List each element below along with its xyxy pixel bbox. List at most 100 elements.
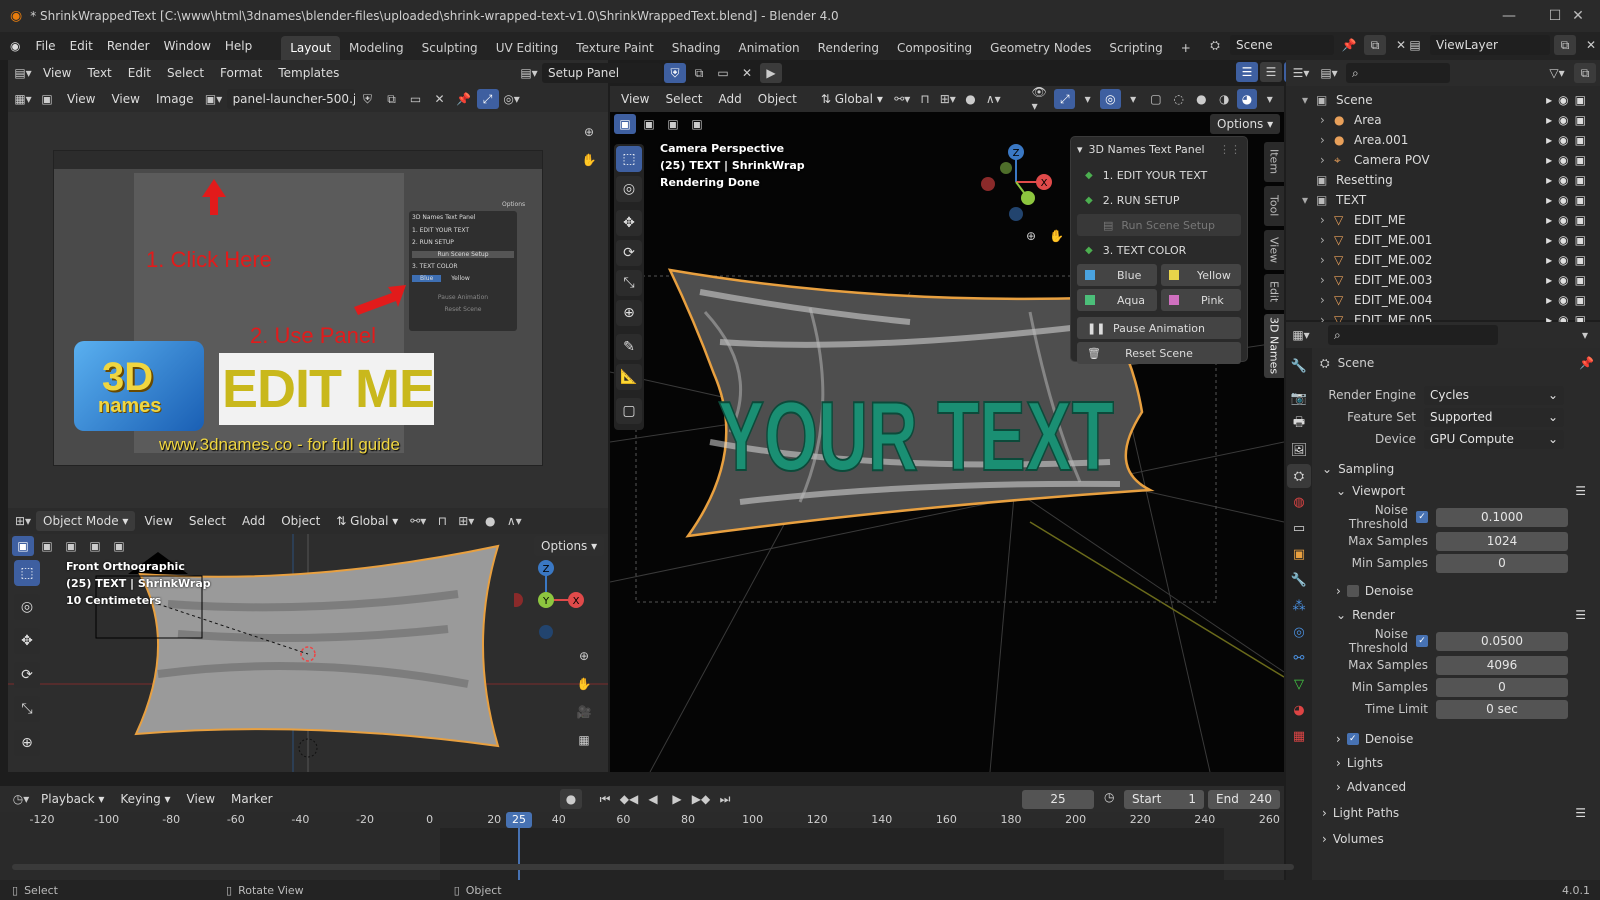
visibility-toggles-icon[interactable]: ▸◉▣ [1546, 173, 1592, 187]
front-falloff-icon[interactable]: ∧▾ [503, 511, 525, 531]
editor-type-icon[interactable]: ▤▾ [12, 63, 34, 83]
cam-visibility-icon[interactable]: 👁▾ [1032, 86, 1053, 113]
measure-tool[interactable]: 📐 [616, 364, 642, 390]
menu-window[interactable]: Window [157, 35, 218, 57]
cursor-tool[interactable]: ◎ [14, 594, 40, 620]
add-cube-tool[interactable]: ▢ [616, 398, 642, 424]
front-proportional-icon[interactable]: ● [479, 511, 501, 531]
render-subsection-header[interactable]: ⌄ Render ☰ [1316, 604, 1600, 626]
scale-tool[interactable]: ⤡ [14, 696, 40, 722]
front-snap-target-icon[interactable]: ⊞▾ [455, 511, 477, 531]
viewport-denoise-header[interactable]: › Denoise [1316, 580, 1600, 602]
cam-rotate-tool[interactable]: ⟳ [616, 240, 642, 266]
outliner-row[interactable]: › ● Area.001 ▸◉▣ [1286, 130, 1600, 150]
scene-icon[interactable]: ⛭ [1204, 35, 1226, 55]
tab-uv-editing[interactable]: UV Editing [487, 36, 568, 60]
visibility-toggles-icon[interactable]: ▸◉▣ [1546, 113, 1592, 127]
shading-solid-icon[interactable]: ● [1191, 89, 1212, 109]
sidebar-tab-view[interactable]: View [1264, 230, 1284, 270]
front-snap-icon[interactable]: ⊓ [431, 511, 453, 531]
tab-modeling[interactable]: Modeling [340, 36, 413, 60]
cam-gizmo-dropdown-icon[interactable]: ▾ [1077, 89, 1098, 109]
camera-viewport[interactable]: View Select Add Object ⇅ Global ▾ ⚯▾ ⊓ ⊞… [610, 86, 1284, 772]
sidebar-tab-tool[interactable]: Tool [1264, 186, 1284, 226]
volumes-section-header[interactable]: › Volumes [1316, 828, 1600, 850]
collection-tab-icon[interactable]: ▭ [1287, 516, 1311, 540]
outliner-type-icon[interactable]: ☰▾ [1290, 63, 1312, 83]
image-menu-image[interactable]: Image [149, 89, 201, 109]
aqua-color-button[interactable]: Aqua [1077, 289, 1157, 311]
viewport-min-field[interactable]: 0 [1436, 553, 1568, 573]
object-tab-icon[interactable]: ▣ [1287, 542, 1311, 566]
visibility-toggles-icon[interactable]: ▸◉▣ [1546, 93, 1592, 107]
cam-pivot-icon[interactable]: ⚯▾ [892, 89, 913, 109]
outliner-search-input[interactable]: ⌕ [1346, 63, 1450, 83]
timeline-body[interactable]: -120 -100 -80 -60 -40 -20 0 20 40 60 80 100 120 140 16… [0, 812, 1294, 880]
text-menu-select[interactable]: Select [160, 63, 211, 83]
cam-pan-icon[interactable]: ✋ [1046, 226, 1068, 246]
next-keyframe-icon[interactable]: ▶◆ [690, 789, 712, 809]
front-camera-icon[interactable]: 🎥 [573, 702, 595, 722]
view-layer-icon[interactable]: ▤ [1404, 35, 1426, 55]
text-menu-format[interactable]: Format [213, 63, 269, 83]
texture-tab-icon[interactable]: ▦ [1287, 724, 1311, 748]
front-pan-icon[interactable]: ✋ [573, 674, 595, 694]
outliner-row[interactable]: › ▽ EDIT_ME.004 ▸◉▣ [1286, 290, 1600, 310]
cam-transform-tool[interactable]: ⊕ [616, 300, 642, 326]
add-workspace-button[interactable]: + [1172, 36, 1200, 60]
annotate-tool[interactable]: ✎ [616, 334, 642, 360]
list-menu-icon[interactable]: ☰ [1575, 608, 1586, 622]
visibility-toggles-icon[interactable]: ▸◉▣ [1546, 153, 1592, 167]
image-pin-icon[interactable]: 📌 [453, 89, 475, 109]
run-scene-setup-button[interactable]: ▤ Run Scene Setup [1077, 214, 1241, 236]
render-tab-icon[interactable]: 📷 [1287, 386, 1311, 410]
advanced-subsection-header[interactable]: › Advanced [1316, 776, 1600, 798]
cam-cursor-tool[interactable]: ◎ [616, 176, 642, 202]
material-tab-icon[interactable]: ◕ [1287, 698, 1311, 722]
expand-arrow-icon[interactable]: › [1320, 113, 1334, 127]
playhead-frame-label[interactable]: 25 [506, 812, 532, 828]
front-menu-object[interactable]: Object [274, 511, 327, 531]
record-icon[interactable]: ● [560, 789, 582, 809]
menu-help[interactable]: Help [218, 35, 259, 57]
world-tab-icon[interactable]: ◍ [1287, 490, 1311, 514]
visibility-toggles-icon[interactable]: ▸◉▣ [1546, 293, 1592, 307]
render-denoise-header[interactable]: › ✓ Denoise [1316, 728, 1600, 750]
sidebar-tab-edit[interactable]: Edit [1264, 274, 1284, 310]
timeline-menu-view[interactable]: View [180, 789, 222, 809]
image-menu-view2[interactable]: View [104, 89, 146, 109]
render-engine-dropdown[interactable]: Cycles ⌄ [1424, 385, 1564, 405]
viewport-denoise-checkbox[interactable] [1346, 585, 1359, 597]
outliner-row[interactable]: › ● Area ▸◉▣ [1286, 110, 1600, 130]
front-zoom-icon[interactable]: ⊕ [573, 646, 595, 666]
outliner-row[interactable]: ▾ ▣ TEXT ▸◉▣ [1286, 190, 1600, 210]
unlink-icon[interactable]: ✕ [736, 63, 758, 83]
outliner-row[interactable]: › ▽ EDIT_ME ▸◉▣ [1286, 210, 1600, 230]
visibility-toggles-icon[interactable]: ▸◉▣ [1546, 253, 1592, 267]
cam-axis-gizmo[interactable]: Z X [976, 142, 1056, 226]
pink-color-button[interactable]: Pink [1161, 289, 1241, 311]
properties-options-icon[interactable]: ▾ [1574, 325, 1596, 345]
front-menu-view[interactable]: View [137, 511, 179, 531]
menu-render[interactable]: Render [100, 35, 157, 57]
list-menu-icon[interactable]: ☰ [1575, 806, 1586, 820]
front-axis-gizmo[interactable]: Z X Y [514, 558, 594, 642]
shield-icon[interactable]: ⛨ [664, 63, 686, 83]
blue-color-button[interactable]: Blue [1077, 264, 1157, 286]
outliner-row[interactable]: ▾ ▣ Scene ▸◉▣ [1286, 90, 1600, 110]
new-collection-icon[interactable]: ⧉ [1574, 63, 1596, 83]
properties-type-icon[interactable]: ▦▾ [1290, 325, 1312, 345]
jump-end-icon[interactable]: ⏭ [714, 789, 736, 809]
cam-select-tool[interactable]: ⬚ [616, 146, 642, 172]
render-max-field[interactable]: 4096 [1436, 655, 1568, 675]
expand-arrow-icon[interactable]: › [1320, 153, 1334, 167]
open-folder-icon[interactable]: ▭ [712, 63, 734, 83]
properties-search-input[interactable]: ⌕ [1328, 325, 1498, 345]
render-min-field[interactable]: 0 [1436, 677, 1568, 697]
tab-compositing[interactable]: Compositing [888, 36, 981, 60]
visibility-toggles-icon[interactable]: ▸◉▣ [1546, 193, 1592, 207]
shading-material-icon[interactable]: ◑ [1214, 89, 1235, 109]
display-mode-icon[interactable]: ▤▾ [1318, 63, 1340, 83]
outliner-row[interactable]: › ▽ EDIT_ME.002 ▸◉▣ [1286, 250, 1600, 270]
expand-arrow-icon[interactable]: ▾ [1302, 193, 1316, 207]
